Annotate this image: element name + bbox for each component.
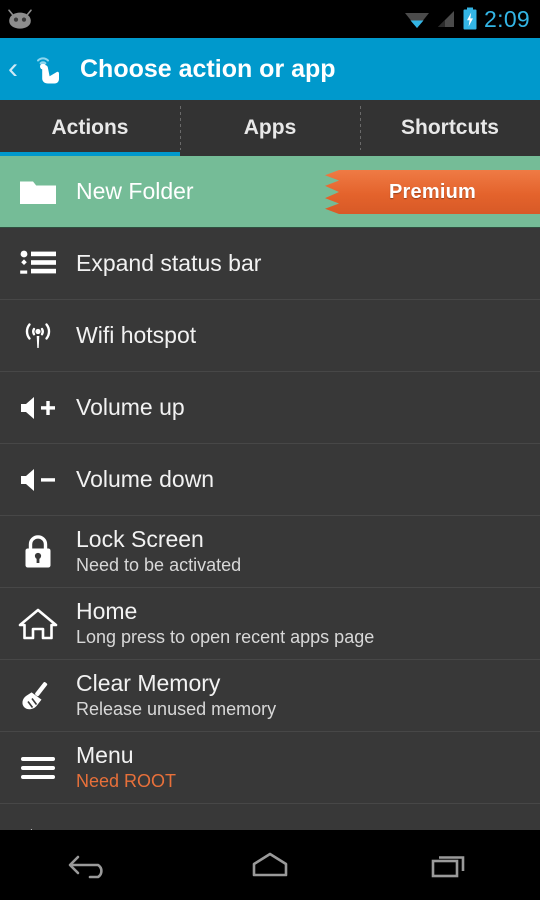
navigation-bar <box>0 830 540 900</box>
tab-actions[interactable]: Actions <box>0 100 180 156</box>
list-item-title: Expand status bar <box>76 249 262 276</box>
list-item[interactable]: Menu Need ROOT <box>0 732 540 804</box>
list-item-subtitle: Long press to open recent apps page <box>76 626 375 647</box>
status-bar-left <box>6 8 34 30</box>
list-item-title: New Folder <box>76 177 194 204</box>
list-item[interactable]: Wifi hotspot <box>0 300 540 372</box>
premium-badge-label: Premium <box>389 180 476 203</box>
wifi-icon <box>404 9 430 29</box>
status-bar: 2:09 <box>0 0 540 38</box>
screen: 2:09 ‹ Choose action or app Actions Apps… <box>0 0 540 900</box>
hamburger-icon <box>8 752 68 784</box>
list-icon <box>8 246 68 282</box>
nav-recents-icon <box>424 848 476 882</box>
recents-nav-button[interactable] <box>360 848 540 882</box>
tab-apps[interactable]: Apps <box>180 100 360 156</box>
list-item-title: Wifi hotspot <box>76 321 197 348</box>
status-bar-right: 2:09 <box>404 6 530 33</box>
home-icon <box>8 605 68 643</box>
list-item-title: Menu <box>76 741 134 768</box>
list-item[interactable]: New Folder Premium <box>0 156 540 228</box>
page-title: Choose action or app <box>80 54 336 83</box>
list-item-subtitle: Need ROOT <box>76 770 177 791</box>
tab-actions-label: Actions <box>51 116 129 139</box>
volume-down-icon <box>8 465 68 495</box>
home-nav-button[interactable] <box>180 848 360 882</box>
app-bar: ‹ Choose action or app <box>0 38 540 100</box>
broom-icon <box>8 677 68 715</box>
list-item-title: Lock Screen <box>76 525 204 552</box>
android-head-icon <box>6 8 34 30</box>
volume-up-icon <box>8 393 68 423</box>
nav-back-icon <box>64 848 116 882</box>
up-back-button[interactable]: ‹ <box>4 54 22 84</box>
list-item-subtitle: Release unused memory <box>76 698 277 719</box>
list-item-text: Volume down <box>76 465 215 493</box>
battery-charging-icon <box>462 7 478 31</box>
back-nav-button[interactable] <box>0 848 180 882</box>
list-item-title: Clear Memory <box>76 669 221 696</box>
list-item-text: Lock Screen Need to be activated <box>76 525 242 576</box>
list-item-text: Home Long press to open recent apps page <box>76 597 375 648</box>
list-item-text: Clear Memory Release unused memory <box>76 669 277 720</box>
list-item[interactable]: Volume down <box>0 444 540 516</box>
tap-hand-icon <box>22 47 74 91</box>
tab-shortcuts-label: Shortcuts <box>400 116 499 139</box>
list-item-text: Menu Need ROOT <box>76 741 177 792</box>
list-item[interactable]: Home Long press to open recent apps page <box>0 588 540 660</box>
tab-bar: Actions Apps Shortcuts <box>0 100 540 156</box>
status-bar-clock: 2:09 <box>484 5 530 32</box>
list-item-text: Wifi hotspot <box>76 321 197 349</box>
tab-shortcuts[interactable]: Shortcuts <box>360 100 540 156</box>
list-item-text: Expand status bar <box>76 249 262 277</box>
list-item-text: New Folder <box>76 177 194 205</box>
lock-icon <box>8 532 68 572</box>
list-item[interactable]: Volume up <box>0 372 540 444</box>
list-item-subtitle: Need to be activated <box>76 554 242 575</box>
tab-apps-label: Apps <box>243 116 297 139</box>
list-item-title: Volume down <box>76 465 215 492</box>
folder-icon <box>8 175 68 209</box>
list-item[interactable]: Lock Screen Need to be activated <box>0 516 540 588</box>
list-item[interactable]: Clear Memory Release unused memory <box>0 660 540 732</box>
list-item-text: Volume up <box>76 393 185 421</box>
premium-badge[interactable]: Premium <box>325 170 540 214</box>
cell-signal-icon <box>436 9 456 29</box>
action-list[interactable]: New Folder Premium Expand status bar Wif… <box>0 156 540 870</box>
wifi-hotspot-icon <box>8 317 68 355</box>
list-item-title: Home <box>76 597 138 624</box>
list-item[interactable]: Expand status bar <box>0 228 540 300</box>
nav-home-icon <box>244 848 296 882</box>
list-item-title: Volume up <box>76 393 185 420</box>
